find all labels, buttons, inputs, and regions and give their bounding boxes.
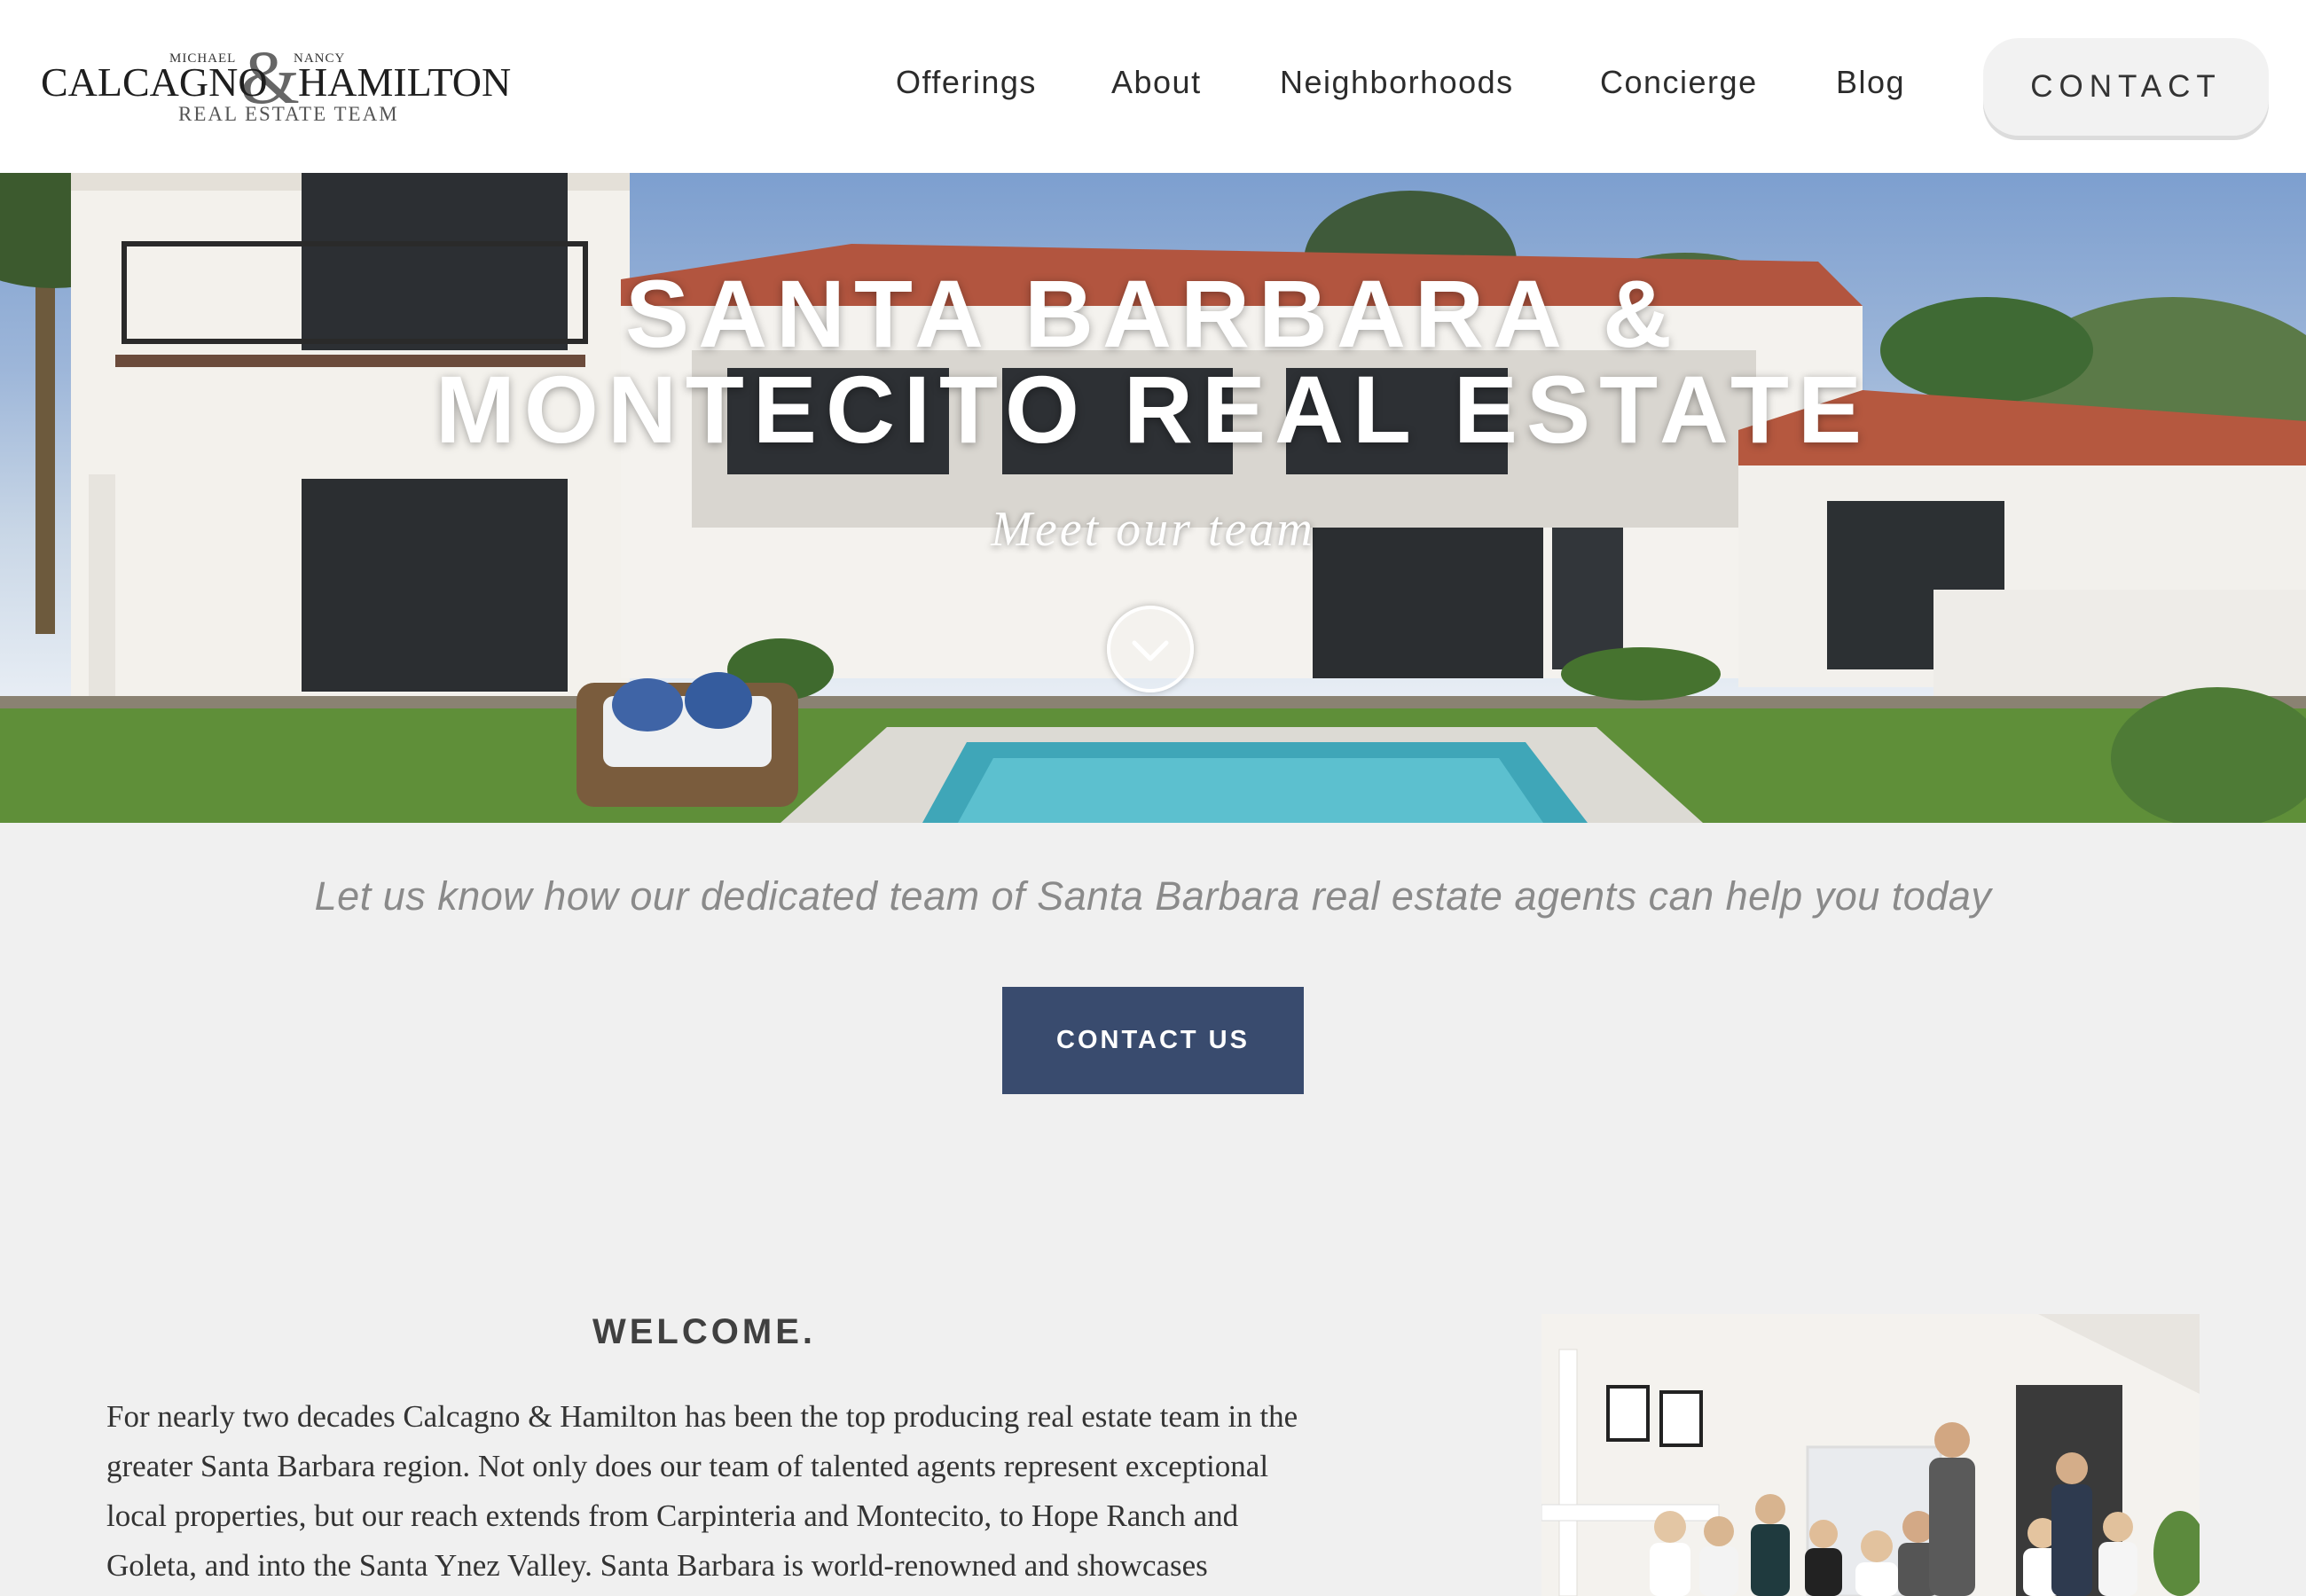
contact-us-label: CONTACT US <box>1056 1026 1250 1054</box>
nav-item-neighborhoods[interactable]: Neighborhoods <box>1280 64 1514 101</box>
nav-item-about[interactable]: About <box>1111 64 1202 101</box>
cta-tagline: Let us know how our dedicated team of Sa… <box>314 873 1992 919</box>
welcome-body: For nearly two decades Calcagno & Hamilt… <box>106 1399 1298 1583</box>
welcome-heading: WELCOME. <box>592 1312 816 1351</box>
header-contact-label: CONTACT <box>2030 69 2222 104</box>
team-photo-image <box>1541 1314 2200 1596</box>
chevron-down-icon <box>1132 640 1169 661</box>
logo-surname-calcagno: CALCAGNO <box>41 59 268 105</box>
site-logo[interactable]: MICHAEL NANCY & CALCAGNO HAMILTON REAL E… <box>41 39 511 133</box>
header-contact-button[interactable]: CONTACT <box>1983 38 2269 136</box>
contact-us-button[interactable]: CONTACT US <box>1002 987 1304 1094</box>
nav-item-concierge[interactable]: Concierge <box>1600 64 1758 101</box>
team-photo <box>1541 1314 2200 1596</box>
hero-subtitle: Meet our team <box>991 502 1315 557</box>
logo-surname-hamilton: HAMILTON <box>298 59 512 105</box>
nav-item-offerings[interactable]: Offerings <box>896 64 1037 101</box>
logo-team-line: REAL ESTATE TEAM <box>178 103 399 125</box>
nav-item-blog[interactable]: Blog <box>1836 64 1905 101</box>
hero-title-line-2: MONTECITO REAL ESTATE <box>435 356 1871 463</box>
scroll-down-button[interactable] <box>1107 606 1194 692</box>
hero-banner: SANTA BARBARA & MONTECITO REAL ESTATE Me… <box>0 173 2306 823</box>
hero-title: SANTA BARBARA & MONTECITO REAL ESTATE <box>0 266 2306 458</box>
site-header: MICHAEL NANCY & CALCAGNO HAMILTON REAL E… <box>0 0 2306 173</box>
hero-title-line-1: SANTA BARBARA & <box>625 260 1681 367</box>
